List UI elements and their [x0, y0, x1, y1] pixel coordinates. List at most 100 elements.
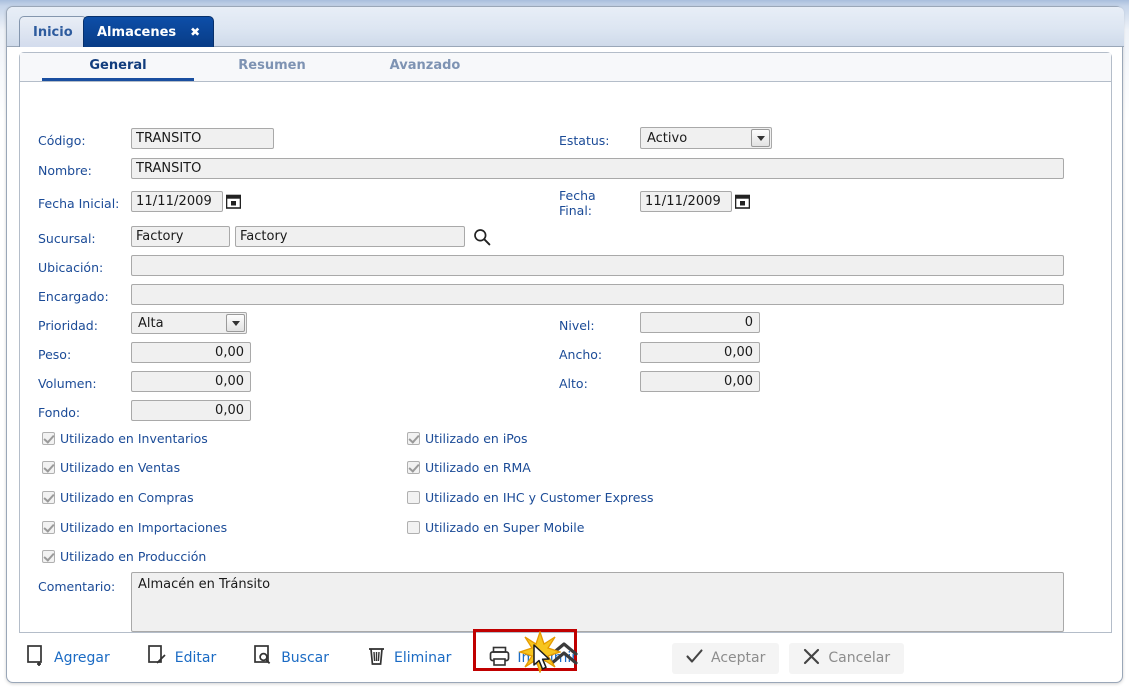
nivel-label: Nivel:: [559, 318, 595, 333]
fecha-inicial-input[interactable]: [131, 191, 223, 212]
codigo-input[interactable]: [131, 128, 274, 149]
editar-button[interactable]: Editar: [140, 641, 224, 675]
checkbox-utilizado-en-importaciones[interactable]: Utilizado en Importaciones: [42, 520, 227, 535]
checkbox-icon[interactable]: [42, 491, 55, 504]
fondo-label: Fondo:: [38, 405, 81, 420]
nombre-label: Nombre:: [38, 163, 92, 178]
chevron-down-icon[interactable]: [751, 129, 770, 147]
cancelar-label: Cancelar: [828, 650, 891, 666]
estatus-select-value: Activo: [647, 130, 688, 146]
calendar-icon[interactable]: [225, 194, 242, 209]
checkbox-utilizado-en-ventas[interactable]: Utilizado en Ventas: [42, 460, 180, 475]
application-window: Inicio Almacenes ✖ General Resumen Avanz…: [6, 6, 1124, 683]
ubicacion-label: Ubicación:: [38, 260, 104, 275]
checkbox-label: Utilizado en Super Mobile: [425, 520, 585, 535]
fecha-final-input[interactable]: [640, 191, 732, 212]
ubicacion-input[interactable]: [131, 255, 1064, 276]
peso-input[interactable]: [131, 342, 251, 363]
window-tab-inicio[interactable]: Inicio: [19, 16, 87, 47]
aceptar-button[interactable]: Aceptar: [671, 642, 780, 674]
alto-label: Alto:: [559, 376, 588, 391]
fecha-inicial-label: Fecha Inicial:: [38, 196, 120, 211]
window-tab-strip: Inicio Almacenes ✖: [7, 7, 1124, 47]
checkbox-utilizado-en-ihc-customer-express[interactable]: Utilizado en IHC y Customer Express: [407, 490, 654, 505]
check-icon: [686, 648, 703, 669]
checkbox-label: Utilizado en Producción: [60, 549, 207, 564]
estatus-label: Estatus:: [559, 133, 610, 148]
encargado-input[interactable]: [131, 284, 1064, 305]
checkbox-icon[interactable]: [42, 550, 55, 563]
prioridad-select-value: Alta: [138, 315, 164, 331]
prioridad-label: Prioridad:: [38, 318, 98, 333]
checkbox-label: Utilizado en RMA: [425, 460, 531, 475]
form-tab-bar: General Resumen Avanzado: [20, 53, 1111, 82]
nombre-input[interactable]: [131, 158, 1064, 179]
ancho-input[interactable]: [640, 342, 760, 363]
agregar-button[interactable]: Agregar: [19, 641, 118, 675]
window-tab-inicio-label: Inicio: [33, 24, 73, 40]
checkbox-utilizado-en-super-mobile[interactable]: Utilizado en Super Mobile: [407, 520, 584, 535]
search-document-icon: [254, 645, 274, 671]
sucursal-code-input[interactable]: [131, 226, 230, 247]
checkbox-icon[interactable]: [407, 432, 420, 445]
checkbox-utilizado-en-compras[interactable]: Utilizado en Compras: [42, 490, 194, 505]
edit-document-icon: [147, 645, 168, 671]
window-tab-almacenes[interactable]: Almacenes ✖: [83, 16, 215, 47]
checkbox-icon[interactable]: [407, 491, 420, 504]
imprimir-button-wrapper: Imprimir: [473, 628, 585, 675]
window-tab-almacenes-label: Almacenes: [97, 24, 177, 40]
cancelar-button[interactable]: Cancelar: [789, 642, 905, 674]
tab-avanzado-label: Avanzado: [389, 58, 461, 73]
comentario-label: Comentario:: [38, 579, 116, 594]
sucursal-label: Sucursal:: [38, 231, 96, 246]
general-form: Código: Estatus: Activo Nombre: Fecha In…: [20, 82, 1111, 633]
comentario-textarea[interactable]: Almacén en Tránsito: [131, 572, 1064, 632]
checkbox-label: Utilizado en Inventarios: [60, 431, 208, 446]
trash-icon: [367, 645, 387, 671]
fondo-input[interactable]: [131, 400, 251, 421]
calendar-icon[interactable]: [734, 194, 751, 209]
chevron-down-icon[interactable]: [226, 314, 245, 332]
buscar-button[interactable]: Buscar: [246, 641, 337, 675]
checkbox-icon[interactable]: [407, 521, 420, 534]
tab-general[interactable]: General: [42, 53, 194, 81]
estatus-select[interactable]: Activo: [640, 127, 772, 149]
checkbox-utilizado-en-rma[interactable]: Utilizado en RMA: [407, 460, 531, 475]
add-document-icon: [27, 645, 47, 671]
checkbox-label: Utilizado en Importaciones: [60, 520, 228, 535]
volumen-input[interactable]: [131, 371, 251, 392]
tab-resumen[interactable]: Resumen: [206, 53, 338, 81]
content-panel: General Resumen Avanzado Código: Estatus…: [19, 52, 1112, 633]
checkbox-icon[interactable]: [42, 461, 55, 474]
tab-resumen-label: Resumen: [238, 58, 306, 73]
eliminar-button[interactable]: Eliminar: [359, 641, 459, 675]
search-icon[interactable]: [473, 228, 491, 246]
checkbox-utilizado-en-ipos[interactable]: Utilizado en iPos: [407, 431, 528, 446]
tab-avanzado[interactable]: Avanzado: [360, 53, 490, 81]
checkbox-utilizado-en-produccion[interactable]: Utilizado en Producción: [42, 549, 206, 564]
encargado-label: Encargado:: [38, 289, 109, 304]
buscar-label: Buscar: [281, 650, 330, 666]
checkbox-icon[interactable]: [42, 432, 55, 445]
imprimir-label: Imprimir: [517, 650, 577, 666]
close-icon[interactable]: ✖: [190, 25, 200, 39]
volumen-label: Volumen:: [38, 376, 97, 391]
checkbox-label: Utilizado en IHC y Customer Express: [425, 490, 654, 505]
prioridad-select[interactable]: Alta: [131, 312, 247, 334]
x-icon: [803, 648, 820, 669]
codigo-label: Código:: [38, 133, 86, 148]
checkbox-icon[interactable]: [407, 461, 420, 474]
tab-general-label: General: [89, 58, 147, 73]
eliminar-label: Eliminar: [394, 650, 452, 666]
sucursal-name-input[interactable]: [235, 226, 465, 247]
imprimir-button[interactable]: Imprimir: [481, 642, 585, 675]
checkbox-icon[interactable]: [42, 521, 55, 534]
printer-icon: [489, 646, 510, 671]
checkbox-utilizado-en-inventarios[interactable]: Utilizado en Inventarios: [42, 431, 208, 446]
editar-label: Editar: [174, 650, 217, 666]
bottom-toolbar: Agregar Editar Buscar Eliminar Imprimir …: [19, 628, 1112, 682]
nivel-input[interactable]: [640, 312, 760, 333]
alto-input[interactable]: [640, 371, 760, 392]
checkbox-label: Utilizado en iPos: [425, 431, 528, 446]
peso-label: Peso:: [38, 347, 72, 362]
